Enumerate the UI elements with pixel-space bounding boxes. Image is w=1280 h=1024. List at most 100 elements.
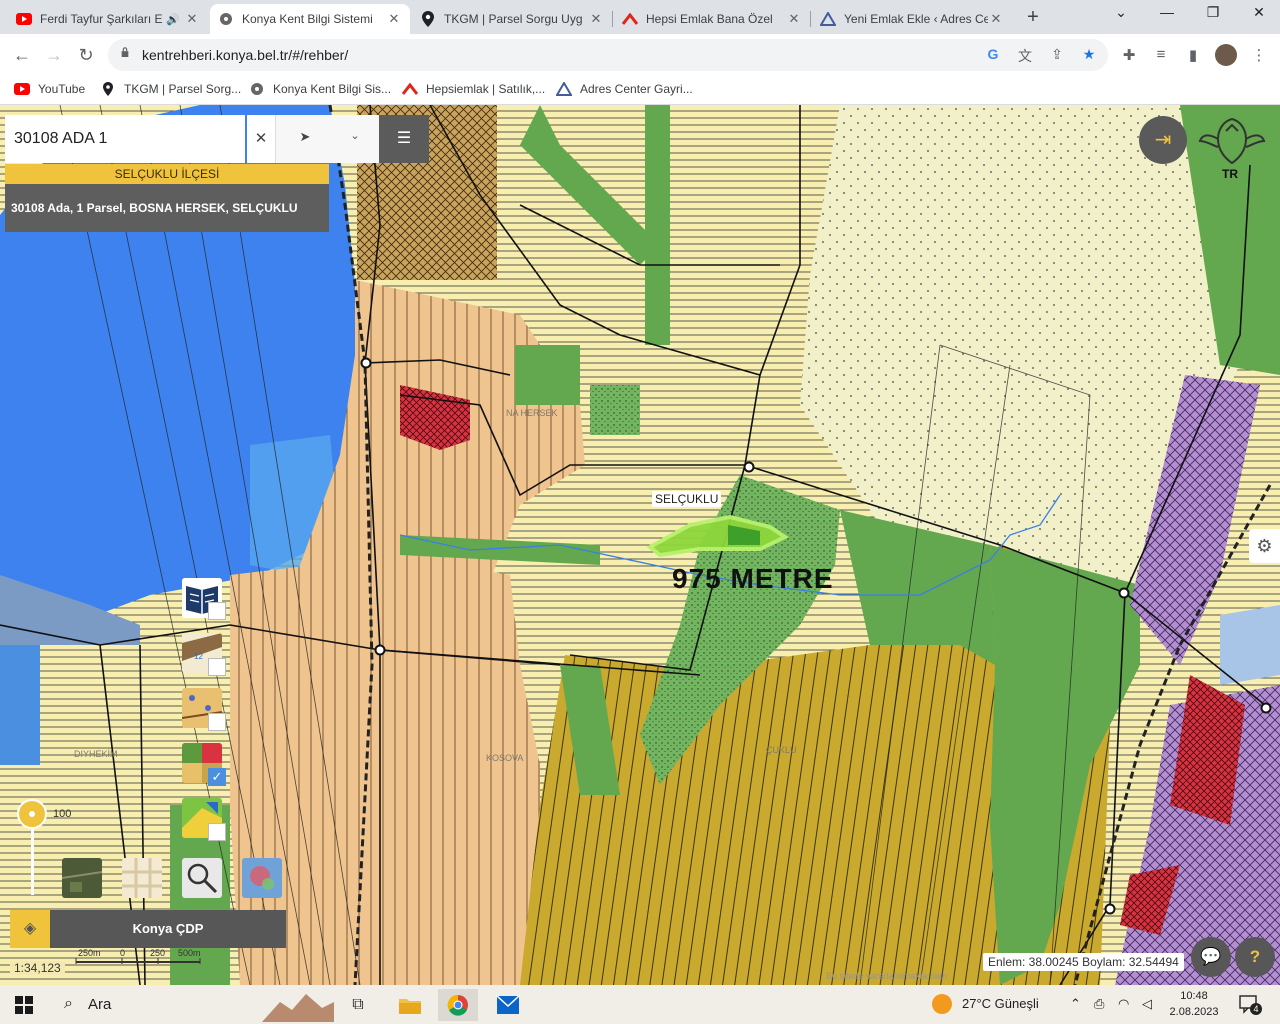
address-bar[interactable]: kentrehberi.konya.bel.tr/#/rehber/ G 文 ⇪… [108, 39, 1108, 71]
translate-icon[interactable]: 文 [1016, 46, 1034, 64]
bookmark-label: Konya Kent Bilgi Sis... [273, 82, 392, 96]
more-icon[interactable]: ⋮ [1250, 46, 1268, 64]
layer-checkbox[interactable] [208, 823, 226, 841]
heat-thumb[interactable] [242, 858, 282, 898]
bookmark-label: YouTube [38, 82, 86, 96]
tab-youtube[interactable]: Ferdi Tayfur Şarkıları E 🔊 ✕ [8, 4, 208, 34]
street-thumb[interactable] [122, 858, 162, 898]
location-pin-icon [420, 11, 436, 27]
close-tab-icon[interactable]: ✕ [786, 11, 802, 27]
bookmark-star-icon[interactable]: ★ [1080, 46, 1098, 64]
search-result-item[interactable]: 30108 Ada, 1 Parsel, BOSNA HERSEK, SELÇU… [5, 184, 329, 232]
locate-arrow-icon[interactable]: ➤ [295, 129, 315, 149]
place-label: DIYHEKİM [74, 749, 118, 759]
scale-tick-label: 250m [78, 948, 101, 958]
task-view-icon[interactable]: ⧉ [338, 989, 378, 1021]
side-panel-icon[interactable]: ▮ [1184, 46, 1202, 64]
reload-button[interactable]: ↻ [74, 43, 98, 67]
gear-icon[interactable]: ⚙ [1249, 529, 1280, 563]
coordinates-readout: Enlem: 38.00245 Boylam: 32.54494 [983, 953, 1184, 971]
place-label: NA HERSEK [506, 408, 558, 418]
chevron-down-icon[interactable]: ⌄ [345, 129, 365, 149]
share-icon[interactable]: ⇪ [1048, 46, 1066, 64]
bookmark-tkgm[interactable]: TKGM | Parsel Sorg... [100, 82, 241, 96]
clock[interactable]: 10:48 2.08.2023 [1166, 988, 1222, 1020]
media-icon[interactable]: ≡ [1152, 46, 1170, 64]
copyright-note: Bu sitede yararlanılmakta olan [826, 971, 948, 981]
scale-tick-label: 500m [178, 948, 201, 958]
chevron-up-icon[interactable]: ⌃ [1070, 996, 1081, 1012]
tab-title: TKGM | Parsel Sorgu Uyg [444, 12, 583, 26]
notification-icon[interactable]: 4 [1238, 993, 1262, 1015]
extensions-icon[interactable]: ✚ [1120, 46, 1138, 64]
zoom-slider-handle[interactable] [17, 799, 47, 829]
scale-tick-label: 0 [120, 948, 125, 958]
tab-strip: Ferdi Tayfur Şarkıları E 🔊 ✕ Konya Kent … [0, 0, 1280, 34]
layers-icon[interactable]: ◈ [10, 910, 50, 948]
browser-toolbar: ← → ↻ kentrehberi.konya.bel.tr/#/rehber/… [0, 34, 1280, 76]
taskbar-search[interactable]: ⌕ Ara [52, 985, 334, 1024]
help-icon[interactable]: ? [1235, 937, 1275, 977]
bookmark-hepsiemlak[interactable]: Hepsiemlak | Satılık,... [402, 82, 545, 96]
speaker-icon[interactable]: 🔊 [166, 13, 180, 26]
tab-title: Ferdi Tayfur Şarkıları E [40, 12, 163, 26]
back-button[interactable]: ← [10, 43, 34, 67]
satellite-thumb[interactable] [62, 858, 102, 898]
device-icon[interactable]: ⎙ [1094, 996, 1104, 1012]
search-input[interactable] [5, 115, 245, 163]
windows-start-icon[interactable] [4, 989, 44, 1021]
mail-icon[interactable] [488, 989, 528, 1021]
search-icon: ⌕ [64, 995, 73, 1012]
url-text[interactable]: kentrehberi.konya.bel.tr/#/rehber/ [142, 47, 348, 63]
file-explorer-icon[interactable] [390, 989, 430, 1021]
tab-tkgm[interactable]: TKGM | Parsel Sorgu Uyg ✕ [412, 4, 612, 34]
scale-tick-label: 250 [150, 948, 165, 958]
close-window-button[interactable]: ✕ [1236, 4, 1280, 26]
tab-hepsiemlak[interactable]: Hepsi Emlak Bana Özel ✕ [614, 4, 810, 34]
taskbar-search-placeholder: Ara [88, 996, 112, 1013]
scale-ratio: 1:34,123 [10, 961, 65, 975]
taskbar: ⌕ Ara ⧉ 27°C Güneşli ⌃ ⎙ ◠ ◁ 10:48 2.08.… [0, 985, 1280, 1024]
minimize-button[interactable]: — [1144, 4, 1190, 26]
avatar[interactable] [1215, 44, 1237, 66]
kbs-icon [249, 82, 265, 96]
clear-search-icon[interactable]: ✕ [247, 115, 275, 163]
bookmark-youtube[interactable]: YouTube [14, 82, 85, 96]
close-tab-icon[interactable]: ✕ [588, 11, 604, 27]
list-menu-icon[interactable]: ☰ [379, 115, 429, 163]
close-tab-icon[interactable]: ✕ [988, 11, 1004, 27]
search-thumb[interactable] [182, 858, 222, 898]
map-viewport[interactable]: NA HERSEK KOSOVA DIYHEKİM ÇUKLU ✕ ➤ ⌄ ☰ … [0, 105, 1280, 985]
district-header: SELÇUKLU İLÇESİ [5, 164, 329, 184]
google-icon[interactable]: G [984, 46, 1002, 64]
hepsiemlak-icon [402, 82, 418, 96]
chevron-down-icon[interactable]: ⌄ [1098, 4, 1144, 26]
zoning-map[interactable] [0, 105, 1280, 985]
base-layer-name[interactable]: Konya ÇDP [50, 910, 286, 948]
parcel-label: SELÇUKLU [652, 491, 722, 507]
wifi-icon[interactable]: ◠ [1118, 996, 1129, 1012]
layer-checkbox-checked[interactable]: ✓ [208, 768, 226, 786]
tab-konya-kbs[interactable]: Konya Kent Bilgi Sistemi ✕ [210, 4, 410, 34]
layer-checkbox[interactable] [208, 713, 226, 731]
emblem-label: TR [1222, 167, 1238, 181]
new-tab-button[interactable]: + [1024, 6, 1042, 29]
bookmark-adrescenter[interactable]: Adres Center Gayri... [556, 82, 693, 96]
bookmark-label: TKGM | Parsel Sorg... [124, 82, 242, 96]
chat-icon[interactable]: 💬 [1191, 937, 1231, 977]
search-panel: ✕ ➤ ⌄ ☰ [5, 115, 429, 163]
layer-checkbox[interactable] [208, 658, 226, 676]
chrome-icon[interactable] [438, 989, 478, 1021]
forward-button[interactable]: → [42, 43, 66, 67]
close-tab-icon[interactable]: ✕ [386, 11, 402, 27]
scale-bar: 250m 0 250 500m [75, 948, 201, 964]
bookmark-kbs[interactable]: Konya Kent Bilgi Sis... [249, 82, 391, 96]
restore-button[interactable]: ❐ [1190, 4, 1236, 26]
volume-icon[interactable]: ◁ [1142, 996, 1152, 1012]
weather-text: 27°C Güneşli [962, 996, 1039, 1011]
adrescenter-icon [820, 11, 836, 27]
close-tab-icon[interactable]: ✕ [184, 11, 200, 27]
login-icon[interactable]: ⇥ [1139, 116, 1187, 164]
layer-checkbox[interactable] [208, 602, 226, 620]
tab-adrescenter[interactable]: Yeni Emlak Ekle ‹ Adres Ce ✕ [812, 4, 1012, 34]
